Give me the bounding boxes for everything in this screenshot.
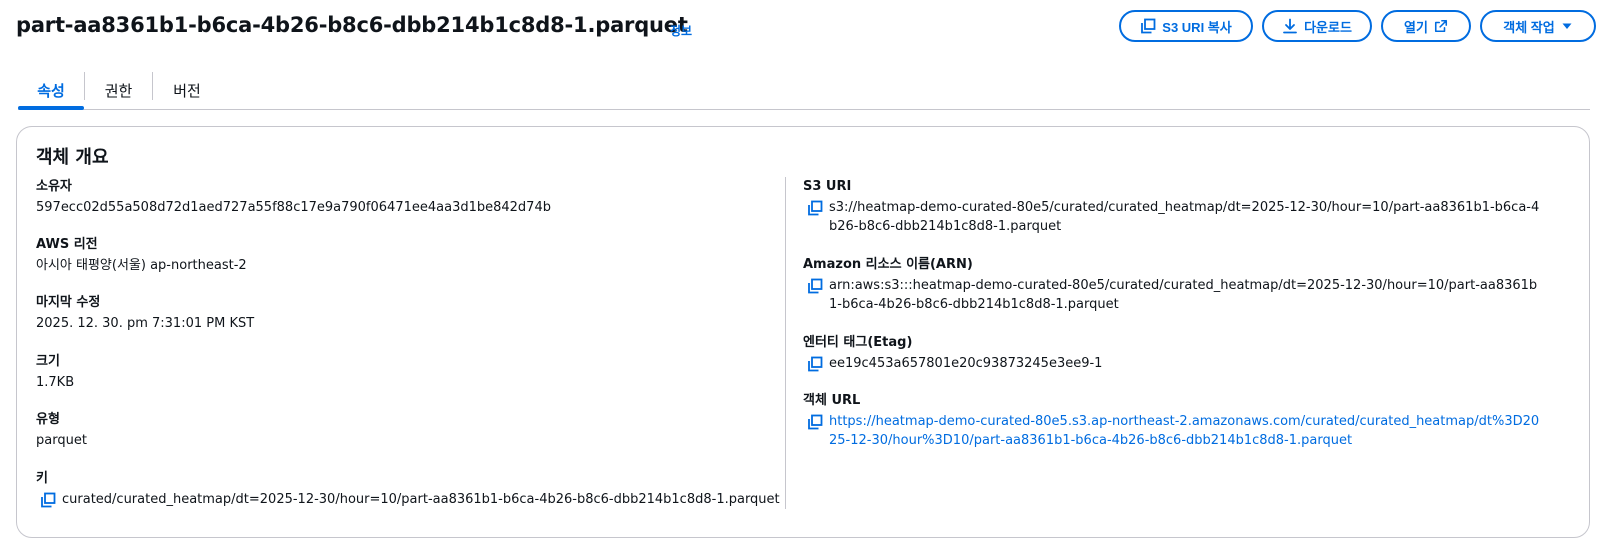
key-value-row: curated/curated_heatmap/dt=2025-12-30/ho… bbox=[36, 490, 780, 509]
last-modified-field: 마지막 수정 2025. 12. 30. pm 7:31:01 PM KST bbox=[36, 294, 254, 333]
key-field: 키 curated/curated_heatmap/dt=2025-12-30/… bbox=[36, 470, 780, 509]
etag-value: ee19c453a657801e20c93873245e3ee9-1 bbox=[829, 356, 1103, 371]
download-button[interactable]: 다운로드 bbox=[1262, 10, 1372, 42]
external-link-icon bbox=[1434, 19, 1448, 33]
owner-label: 소유자 bbox=[36, 179, 72, 194]
type-value: parquet bbox=[36, 433, 87, 448]
object-url-field: 객체 URL https://heatmap-demo-curated-80e5… bbox=[803, 392, 1543, 450]
region-value: 아시아 태평양(서울) ap-northeast-2 bbox=[36, 258, 247, 273]
object-actions-button[interactable]: 객체 작업 bbox=[1480, 10, 1596, 42]
etag-label: 엔터티 태그(Etag) bbox=[803, 335, 913, 350]
copy-icon[interactable] bbox=[807, 278, 823, 294]
key-label: 키 bbox=[36, 471, 48, 486]
region-label: AWS 리전 bbox=[36, 237, 98, 252]
object-url-value-row: https://heatmap-demo-curated-80e5.s3.ap-… bbox=[803, 412, 1543, 450]
tab-list: 속성 권한 버전 bbox=[18, 72, 1590, 110]
region-field: AWS 리전 아시아 태평양(서울) ap-northeast-2 bbox=[36, 236, 247, 275]
arn-value-row: arn:aws:s3:::heatmap-demo-curated-80e5/c… bbox=[803, 276, 1543, 314]
size-value: 1.7KB bbox=[36, 375, 75, 390]
last-modified-label: 마지막 수정 bbox=[36, 295, 101, 310]
size-field: 크기 1.7KB bbox=[36, 353, 74, 392]
copy-icon[interactable] bbox=[807, 356, 823, 372]
copy-s3-uri-label: S3 URI 복사 bbox=[1162, 19, 1232, 35]
page-title: part-aa8361b1-b6ca-4b26-b8c6-dbb214b1c8d… bbox=[16, 13, 688, 37]
info-link[interactable]: 정보 bbox=[670, 22, 692, 39]
open-label: 열기 bbox=[1404, 19, 1428, 35]
arn-field: Amazon 리소스 이름(ARN) arn:aws:s3:::heatmap-… bbox=[803, 256, 1543, 314]
download-icon bbox=[1282, 18, 1298, 34]
tab-properties[interactable]: 속성 bbox=[18, 72, 84, 110]
header-actions: S3 URI 복사 다운로드 열기 객체 작업 bbox=[1119, 10, 1596, 42]
tab-permissions[interactable]: 권한 bbox=[85, 72, 152, 109]
s3-uri-field: S3 URI s3://heatmap-demo-curated-80e5/cu… bbox=[803, 178, 1543, 236]
s3-uri-label: S3 URI bbox=[803, 179, 852, 194]
s3-uri-value: s3://heatmap-demo-curated-80e5/curated/c… bbox=[829, 200, 1540, 234]
owner-value: 597ecc02d55a508d72d1aed727a55f88c17e9a79… bbox=[36, 200, 551, 215]
panel-title: 객체 개요 bbox=[36, 147, 109, 168]
object-url-label: 객체 URL bbox=[803, 393, 861, 408]
arn-value: arn:aws:s3:::heatmap-demo-curated-80e5/c… bbox=[829, 278, 1538, 312]
download-label: 다운로드 bbox=[1304, 19, 1352, 35]
copy-icon[interactable] bbox=[40, 492, 56, 508]
object-actions-label: 객체 작업 bbox=[1503, 19, 1555, 35]
type-field: 유형 parquet bbox=[36, 411, 87, 450]
open-button[interactable]: 열기 bbox=[1381, 10, 1471, 42]
object-overview-panel: 객체 개요 소유자 597ecc02d55a508d72d1aed727a55f… bbox=[16, 126, 1590, 538]
key-value: curated/curated_heatmap/dt=2025-12-30/ho… bbox=[62, 492, 780, 507]
copy-icon[interactable] bbox=[807, 414, 823, 430]
copy-icon[interactable] bbox=[807, 200, 823, 216]
column-divider bbox=[785, 177, 786, 509]
page-header: part-aa8361b1-b6ca-4b26-b8c6-dbb214b1c8d… bbox=[16, 10, 1596, 44]
last-modified-value: 2025. 12. 30. pm 7:31:01 PM KST bbox=[36, 316, 255, 331]
owner-field: 소유자 597ecc02d55a508d72d1aed727a55f88c17e… bbox=[36, 178, 551, 217]
etag-field: 엔터티 태그(Etag) ee19c453a657801e20c93873245… bbox=[803, 334, 1543, 373]
size-label: 크기 bbox=[36, 354, 60, 369]
arn-label: Amazon 리소스 이름(ARN) bbox=[803, 257, 973, 272]
copy-s3-uri-button[interactable]: S3 URI 복사 bbox=[1119, 10, 1253, 42]
copy-icon bbox=[1140, 18, 1156, 34]
etag-value-row: ee19c453a657801e20c93873245e3ee9-1 bbox=[803, 354, 1543, 373]
tab-versions[interactable]: 버전 bbox=[153, 72, 221, 109]
type-label: 유형 bbox=[36, 412, 60, 427]
caret-down-icon bbox=[1561, 20, 1573, 32]
object-url-link[interactable]: https://heatmap-demo-curated-80e5.s3.ap-… bbox=[829, 412, 1543, 450]
s3-uri-value-row: s3://heatmap-demo-curated-80e5/curated/c… bbox=[803, 198, 1543, 236]
